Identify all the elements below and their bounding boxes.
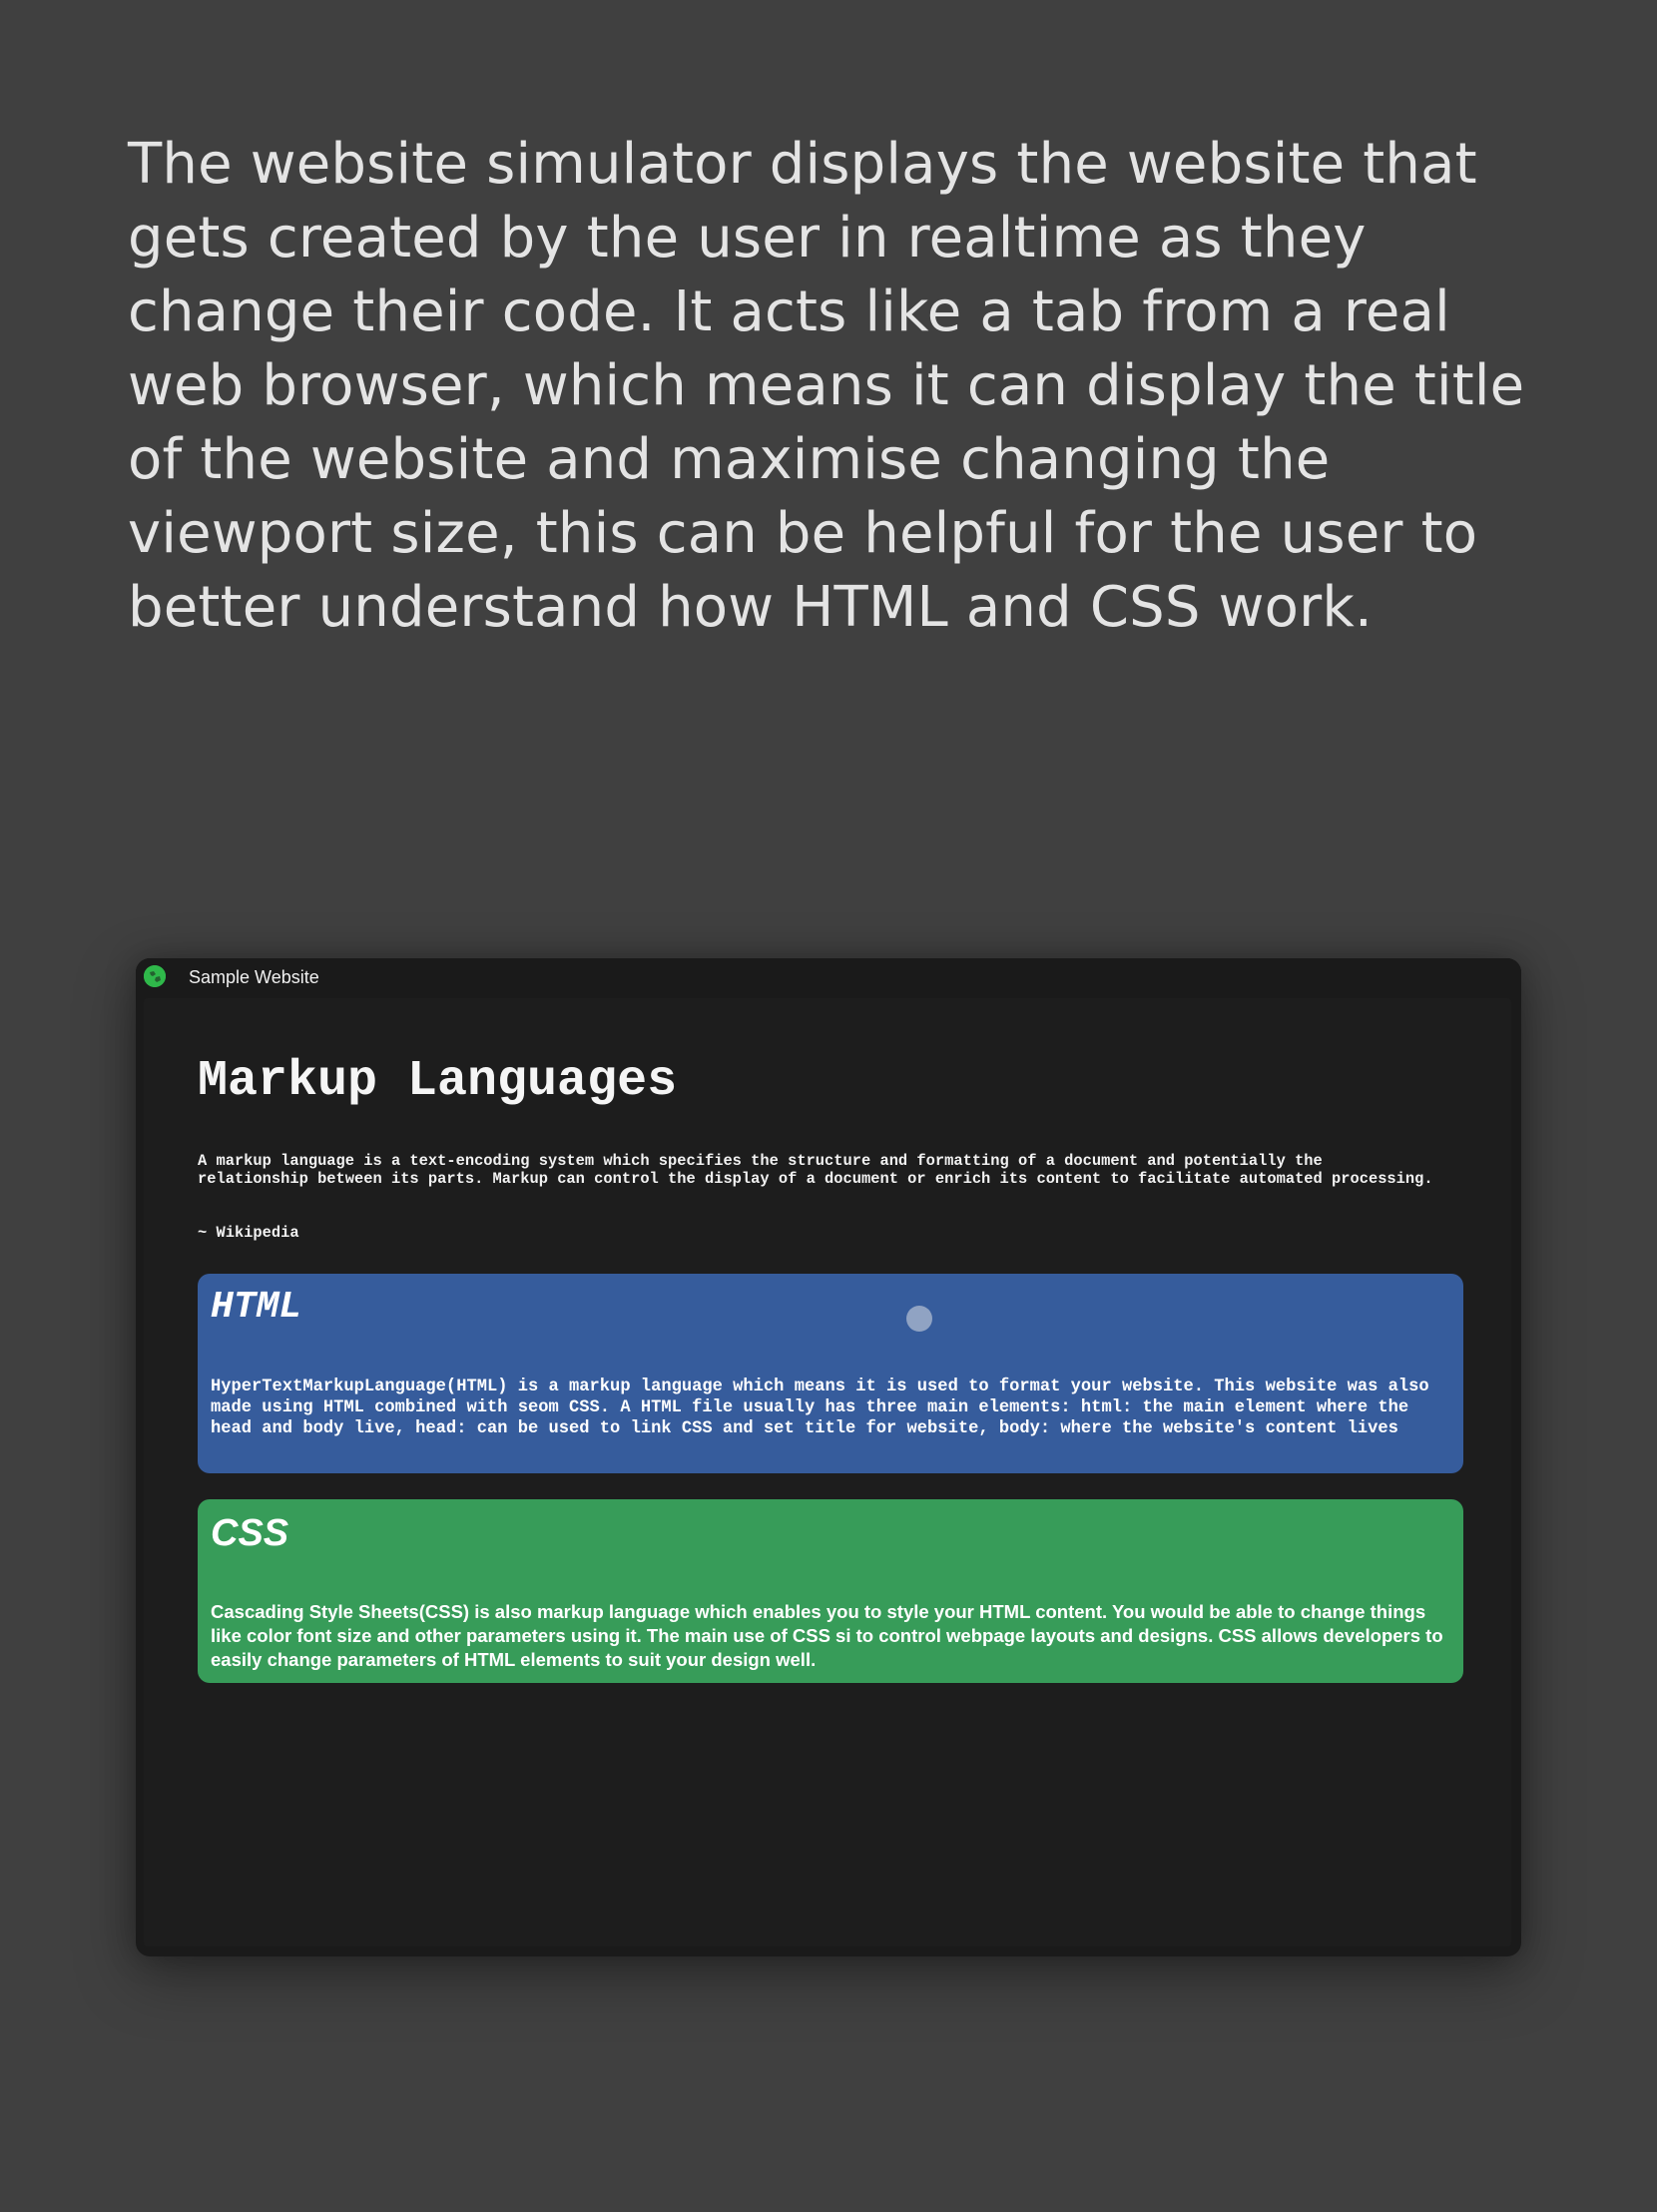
css-card-body: Cascading Style Sheets(CSS) is also mark…	[211, 1601, 1443, 1670]
html-card: HTML HyperTextMarkupLanguage(HTML) is a …	[198, 1274, 1463, 1473]
page-heading: Markup Languages	[198, 1053, 678, 1110]
page-source-citation: ~ Wikipedia	[198, 1224, 299, 1242]
website-simulator-window: Sample Website Markup Languages A markup…	[136, 958, 1521, 1956]
globe-icon	[144, 965, 166, 987]
tab-title: Sample Website	[189, 967, 319, 987]
page-intro-text: A markup language is a text-encoding sys…	[198, 1152, 1433, 1188]
intro-paragraph: The website simulator displays the websi…	[128, 132, 1525, 640]
html-card-title: HTML	[211, 1286, 302, 1329]
html-card-body: HyperTextMarkupLanguage(HTML) is a marku…	[211, 1378, 1429, 1438]
website-viewport[interactable]: Markup Languages A markup language is a …	[144, 998, 1511, 1946]
css-card: CSS Cascading Style Sheets(CSS) is also …	[198, 1499, 1463, 1683]
browser-tab[interactable]: Sample Website	[136, 958, 1521, 998]
mouse-cursor-indicator	[906, 1306, 932, 1332]
css-card-title: CSS	[211, 1512, 289, 1554]
